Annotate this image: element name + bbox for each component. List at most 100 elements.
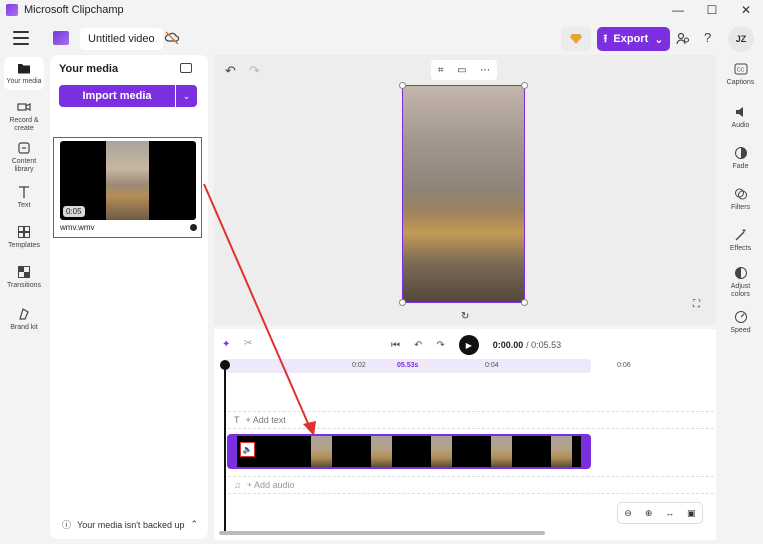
media-panel: Your media Import media ⌄ 0:05 wmv.wmv ⓘ… — [50, 55, 208, 539]
sidebar-item-brand-kit[interactable]: Brand kit — [0, 307, 48, 332]
import-media-button[interactable]: Import media — [59, 85, 175, 107]
left-sidebar: Your media Record & create Content libra… — [0, 57, 48, 544]
skip-back-icon[interactable]: ⏮ — [391, 340, 400, 351]
playhead[interactable] — [224, 362, 226, 532]
video-camera-icon — [17, 103, 31, 111]
clip-thumbnail — [491, 436, 512, 467]
filters-icon — [734, 188, 747, 200]
sidebar-item-transitions[interactable]: Transitions — [0, 265, 48, 290]
help-icon[interactable]: ? — [704, 30, 711, 45]
menu-icon[interactable] — [13, 31, 29, 45]
preview-area: ↶ ↷ ⌗ ▭ ⋯ ↻ ⛶ — [214, 55, 716, 325]
sidebar-item-your-media[interactable]: Your media — [4, 57, 44, 90]
export-button[interactable]: ⭱ Export ⌄ — [597, 27, 670, 51]
sidebar-item-label: Captions — [726, 79, 755, 86]
backup-status[interactable]: ⓘ Your media isn't backed up ⌃ — [62, 518, 198, 531]
sidebar-item-label: Content library — [11, 158, 37, 173]
sidebar-item-record-create[interactable]: Record & create — [0, 100, 48, 133]
redo-icon[interactable]: ↷ — [249, 63, 260, 79]
fit-icon[interactable]: ▭ — [457, 65, 466, 76]
play-button[interactable]: ▶ — [458, 335, 479, 355]
captions-icon: CC — [734, 63, 747, 75]
minimize-button[interactable]: — — [661, 0, 695, 20]
text-track[interactable]: T + Add text — [228, 411, 714, 429]
rotate-icon[interactable]: ↻ — [461, 311, 469, 322]
sidebar-item-label: Effects — [729, 245, 752, 252]
clipchamp-logo-icon — [6, 4, 18, 16]
timeline-ruler[interactable]: 0:02 05.53s 0:04 — [224, 359, 591, 373]
project-title[interactable]: Untitled video — [80, 28, 163, 50]
sidebar-item-label: Text — [17, 202, 31, 209]
sidebar-item-speed[interactable]: Speed — [718, 310, 763, 335]
sidebar-item-label: Speed — [730, 327, 751, 334]
folder-icon — [18, 64, 30, 74]
scissors-icon[interactable]: ✂ — [244, 338, 252, 349]
sidebar-item-captions[interactable]: CC Captions — [718, 62, 763, 87]
brand-kit-icon — [19, 308, 29, 320]
sidebar-item-label: Transitions — [7, 282, 41, 289]
clip-trim-handle-left[interactable] — [229, 436, 237, 467]
fit-timeline-icon[interactable]: ↔ — [665, 508, 674, 518]
add-audio-label: + Add audio — [246, 480, 295, 490]
clip-trim-handle-right[interactable] — [581, 436, 589, 467]
avatar[interactable]: JZ — [728, 26, 754, 52]
window-controls: — ☐ ✕ — [661, 0, 763, 20]
playhead-handle[interactable] — [220, 360, 230, 370]
sidebar-item-label: Fade — [732, 163, 749, 170]
media-item[interactable]: 0:05 wmv.wmv — [53, 137, 202, 238]
clip-thumbnail — [311, 436, 332, 467]
video-clip[interactable]: 🔈 — [227, 434, 591, 469]
sidebar-item-label: Audio — [731, 122, 750, 129]
timeline-scrollbar[interactable] — [219, 531, 545, 535]
sidebar-item-content-library[interactable]: Content library — [0, 141, 48, 174]
forward-5s-icon[interactable]: ↷ — [436, 340, 444, 351]
premium-button[interactable] — [561, 27, 591, 51]
video-preview[interactable] — [399, 82, 528, 306]
zoom-out-icon[interactable]: ⊖ — [624, 508, 632, 519]
zoom-in-icon[interactable]: ⊕ — [645, 508, 653, 519]
resize-handle[interactable] — [399, 299, 406, 306]
resize-handle[interactable] — [521, 82, 528, 89]
text-icon — [19, 186, 29, 198]
sidebar-item-label: Your media — [6, 78, 42, 85]
sidebar-item-templates[interactable]: Templates — [0, 225, 48, 250]
sidebar-item-adjust-colors[interactable]: Adjust colors — [718, 266, 763, 299]
ruler-tick: 0:04 — [485, 362, 499, 369]
chevron-down-icon: ⌄ — [654, 33, 664, 46]
title-bar: Microsoft Clipchamp — ☐ ✕ — [0, 0, 763, 20]
more-icon[interactable]: ⋯ — [480, 65, 490, 76]
expand-timeline-icon[interactable]: ▣ — [687, 508, 696, 519]
close-button[interactable]: ✕ — [729, 0, 763, 20]
right-sidebar: CC Captions Audio Fade Filters Effects A… — [718, 57, 763, 544]
add-text-label: + Add text — [245, 415, 286, 425]
ruler-duration-marker: 05.53s — [397, 362, 419, 369]
maximize-button[interactable]: ☐ — [695, 0, 729, 20]
sidebar-item-audio[interactable]: Audio — [718, 105, 763, 130]
resize-handle[interactable] — [399, 82, 406, 89]
speaker-icon[interactable]: 🔈 — [240, 442, 255, 457]
sidebar-item-text[interactable]: Text — [0, 185, 48, 210]
media-thumbnail[interactable]: 0:05 — [60, 141, 196, 220]
sidebar-item-label: Adjust colors — [730, 283, 751, 298]
playback-controls: ⏮ ↶ ↷ ▶ 0:00.00 / 0:05.53 — [391, 335, 561, 355]
cloud-sync-off-icon[interactable] — [164, 31, 180, 45]
magic-wand-icon — [735, 229, 745, 241]
audio-track[interactable]: ♫ + Add audio — [228, 476, 714, 494]
fullscreen-icon[interactable]: ⛶ — [693, 299, 700, 310]
undo-icon[interactable]: ↶ — [225, 63, 236, 79]
collapse-panel-icon[interactable] — [180, 63, 192, 73]
current-time: 0:00.00 — [492, 339, 524, 350]
clip-thumbnail — [431, 436, 452, 467]
fade-icon — [734, 147, 747, 159]
sidebar-item-fade[interactable]: Fade — [718, 146, 763, 171]
sidebar-item-effects[interactable]: Effects — [718, 228, 763, 253]
duration-badge: 0:05 — [63, 206, 85, 217]
total-time: / 0:05.53 — [526, 339, 562, 350]
sparkle-icon[interactable]: ✦ — [222, 339, 230, 350]
resize-handle[interactable] — [521, 299, 528, 306]
rewind-5s-icon[interactable]: ↶ — [414, 340, 422, 351]
crop-icon[interactable]: ⌗ — [438, 65, 444, 76]
share-people-icon[interactable] — [676, 32, 690, 46]
import-options-chevron-icon[interactable]: ⌄ — [176, 85, 197, 107]
sidebar-item-filters[interactable]: Filters — [718, 187, 763, 212]
